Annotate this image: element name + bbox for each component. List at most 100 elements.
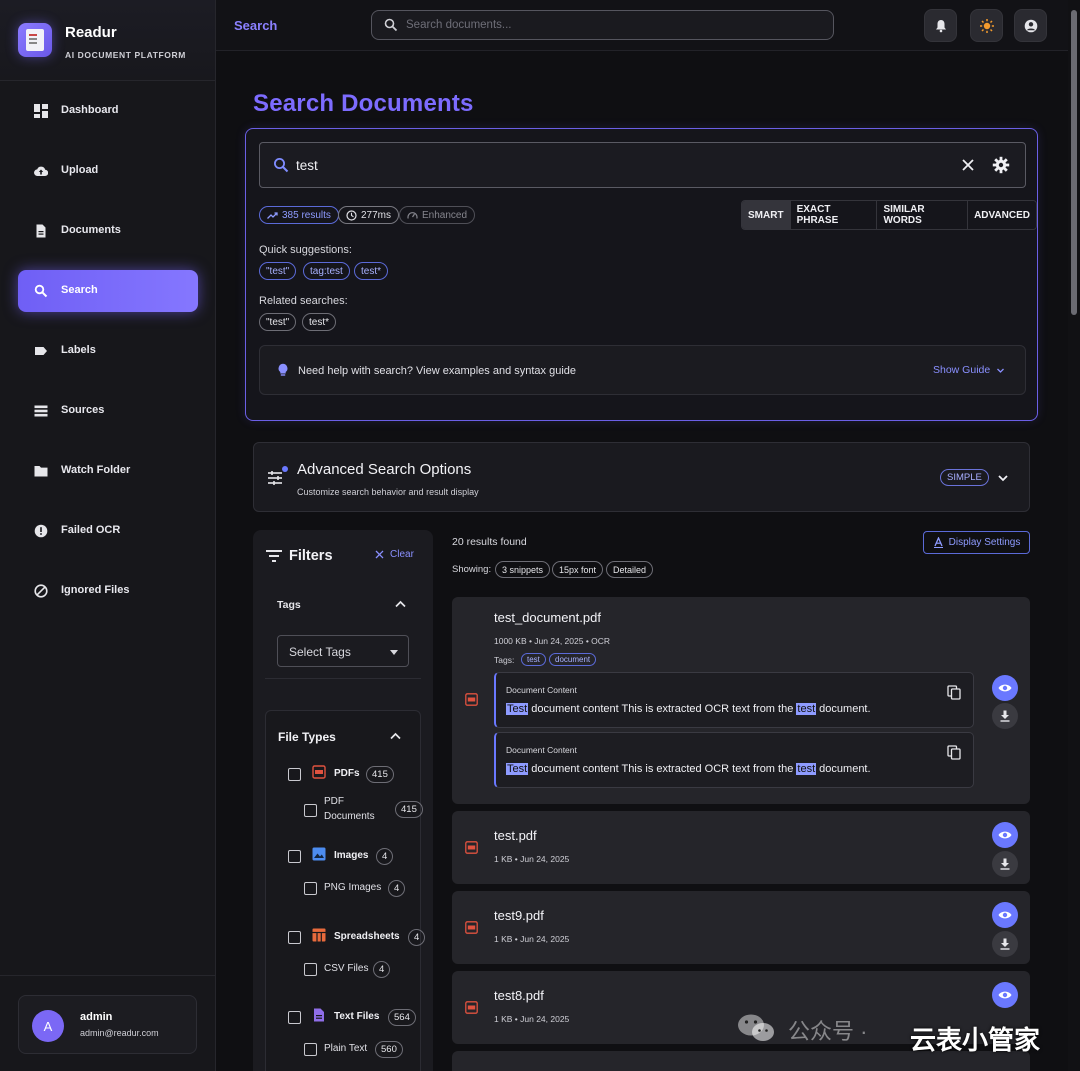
clear-filters-label: Clear: [390, 549, 414, 560]
sidebar-item-search[interactable]: Search: [18, 270, 198, 312]
gear-icon[interactable]: [992, 156, 1010, 174]
text-file-icon: [314, 1008, 324, 1022]
close-icon[interactable]: [960, 157, 976, 173]
file-subtype-name: PDF Documents: [324, 796, 375, 822]
sidebar-item-ignored-files[interactable]: Ignored Files: [18, 570, 198, 612]
quick-suggestion-chip[interactable]: test*: [354, 262, 389, 280]
search-icon: [34, 284, 48, 298]
text-files-checkbox[interactable]: [288, 1011, 301, 1024]
display-settings-label: Display Settings: [948, 537, 1021, 548]
sidebar-item-upload[interactable]: Upload: [18, 150, 198, 192]
watermark-text: 公众号 ·: [788, 1019, 868, 1044]
result-meta: 1 KB • Jun 24, 2025: [494, 934, 570, 944]
pdf-icon: [465, 841, 478, 854]
file-type-name: Images: [334, 850, 369, 861]
readur-logo-icon[interactable]: [18, 23, 52, 57]
document-icon: [36, 224, 46, 238]
pdfs-checkbox[interactable]: [288, 768, 301, 781]
show-guide-button[interactable]: Show Guide: [933, 364, 1005, 376]
sidebar-item-labels[interactable]: Labels: [18, 330, 198, 372]
global-search-input[interactable]: [406, 16, 816, 34]
search-time-text: 277ms: [361, 209, 392, 221]
view-document-button[interactable]: [992, 675, 1018, 701]
result-snippet: Document Content Test document content T…: [494, 732, 974, 788]
result-card[interactable]: test9.pdf 1 KB • Jun 24, 2025: [452, 891, 1030, 964]
sidebar-item-watch-folder[interactable]: Watch Folder: [18, 450, 198, 492]
clear-filters-button[interactable]: Clear: [375, 549, 414, 560]
quick-suggestion-chip[interactable]: tag:test: [303, 262, 350, 280]
tags-select-value: Select Tags: [289, 645, 351, 659]
download-icon: [1000, 938, 1010, 950]
chevron-down-icon[interactable]: [996, 471, 1010, 485]
snippet-segment: document content This is extracted OCR t…: [528, 703, 797, 715]
user-card[interactable]: A admin admin@readur.com: [18, 995, 197, 1054]
spreadsheets-checkbox[interactable]: [288, 931, 301, 944]
chevron-up-icon[interactable]: [394, 598, 407, 611]
advanced-search-options[interactable]: Advanced Search Options Customize search…: [253, 442, 1030, 512]
eye-icon: [998, 684, 1012, 692]
sidebar-item-dashboard[interactable]: Dashboard: [18, 90, 198, 132]
copy-icon[interactable]: [947, 745, 961, 760]
result-file-name[interactable]: test.pdf: [494, 828, 537, 843]
snippet-text: Test document content This is extracted …: [506, 763, 871, 775]
search-help-box[interactable]: Need help with search? View examples and…: [259, 345, 1026, 395]
copy-icon[interactable]: [947, 685, 961, 700]
spreadsheet-icon: [312, 928, 326, 942]
snippet-segment: document.: [816, 763, 871, 775]
result-file-name[interactable]: test8.pdf: [494, 988, 544, 1003]
sidebar-item-label: Sources: [61, 404, 105, 416]
results-count-text: 385 results: [282, 209, 331, 221]
folder-icon: [34, 466, 48, 477]
quick-suggestion-chip[interactable]: "test": [259, 262, 297, 280]
tags-select[interactable]: Select Tags: [277, 635, 409, 667]
pdf-documents-checkbox[interactable]: [304, 804, 317, 817]
mode-advanced-button[interactable]: ADVANCED: [968, 201, 1036, 229]
filters-panel: Filters Clear Tags Select Tags File Type…: [253, 530, 433, 1071]
page-scrollbar[interactable]: [1068, 0, 1080, 1071]
csv-files-checkbox[interactable]: [304, 963, 317, 976]
bell-icon: [936, 20, 946, 33]
sidebar-item-documents[interactable]: Documents: [18, 210, 198, 252]
plain-text-checkbox[interactable]: [304, 1043, 317, 1056]
theme-toggle-button[interactable]: [970, 9, 1003, 42]
related-searches-label: Related searches:: [259, 295, 348, 307]
account-button[interactable]: [1014, 9, 1047, 42]
chevron-up-icon[interactable]: [389, 730, 402, 743]
download-button[interactable]: [992, 931, 1018, 957]
file-types-label: File Types: [278, 730, 336, 744]
chevron-down-icon: [997, 368, 1005, 373]
result-card[interactable]: test.pdf 1 KB • Jun 24, 2025: [452, 811, 1030, 884]
display-settings-button[interactable]: Display Settings: [923, 531, 1030, 554]
result-file-name[interactable]: test_document.pdf: [494, 610, 601, 625]
tune-icon: [268, 466, 288, 485]
search-time-chip: 277ms: [338, 206, 400, 224]
dropdown-caret-icon: [390, 650, 398, 655]
result-tag[interactable]: document: [549, 653, 597, 666]
mode-similar-words-button[interactable]: SIMILAR WORDS: [877, 201, 969, 229]
error-icon: [34, 524, 48, 538]
sidebar: Readur AI DOCUMENT PLATFORM Dashboard Up…: [0, 0, 216, 1071]
notifications-button[interactable]: [924, 9, 957, 42]
scrollbar-thumb[interactable]: [1071, 10, 1077, 315]
view-document-button[interactable]: [992, 822, 1018, 848]
brand-header: Readur AI DOCUMENT PLATFORM: [0, 0, 215, 81]
sidebar-item-sources[interactable]: Sources: [18, 390, 198, 432]
sidebar-item-failed-ocr[interactable]: Failed OCR: [18, 510, 198, 552]
view-document-button[interactable]: [992, 982, 1018, 1008]
mode-exact-phrase-button[interactable]: EXACT PHRASE: [790, 201, 878, 229]
view-document-button[interactable]: [992, 902, 1018, 928]
png-images-checkbox[interactable]: [304, 882, 317, 895]
result-tag[interactable]: test: [521, 653, 546, 666]
sidebar-nav: Dashboard Upload Documents Search Labels…: [18, 90, 198, 630]
result-card[interactable]: test_document.pdf 1000 KB • Jun 24, 2025…: [452, 597, 1030, 804]
cloud-upload-icon: [34, 166, 48, 177]
download-button[interactable]: [992, 851, 1018, 877]
images-checkbox[interactable]: [288, 850, 301, 863]
result-file-name[interactable]: test9.pdf: [494, 908, 544, 923]
search-mode-chip: Enhanced: [399, 206, 476, 224]
download-button[interactable]: [992, 703, 1018, 729]
main-search-input[interactable]: [296, 155, 936, 175]
related-search-chip[interactable]: test*: [302, 313, 337, 331]
mode-smart-button[interactable]: SMART: [742, 201, 791, 229]
related-search-chip[interactable]: "test": [259, 313, 297, 331]
